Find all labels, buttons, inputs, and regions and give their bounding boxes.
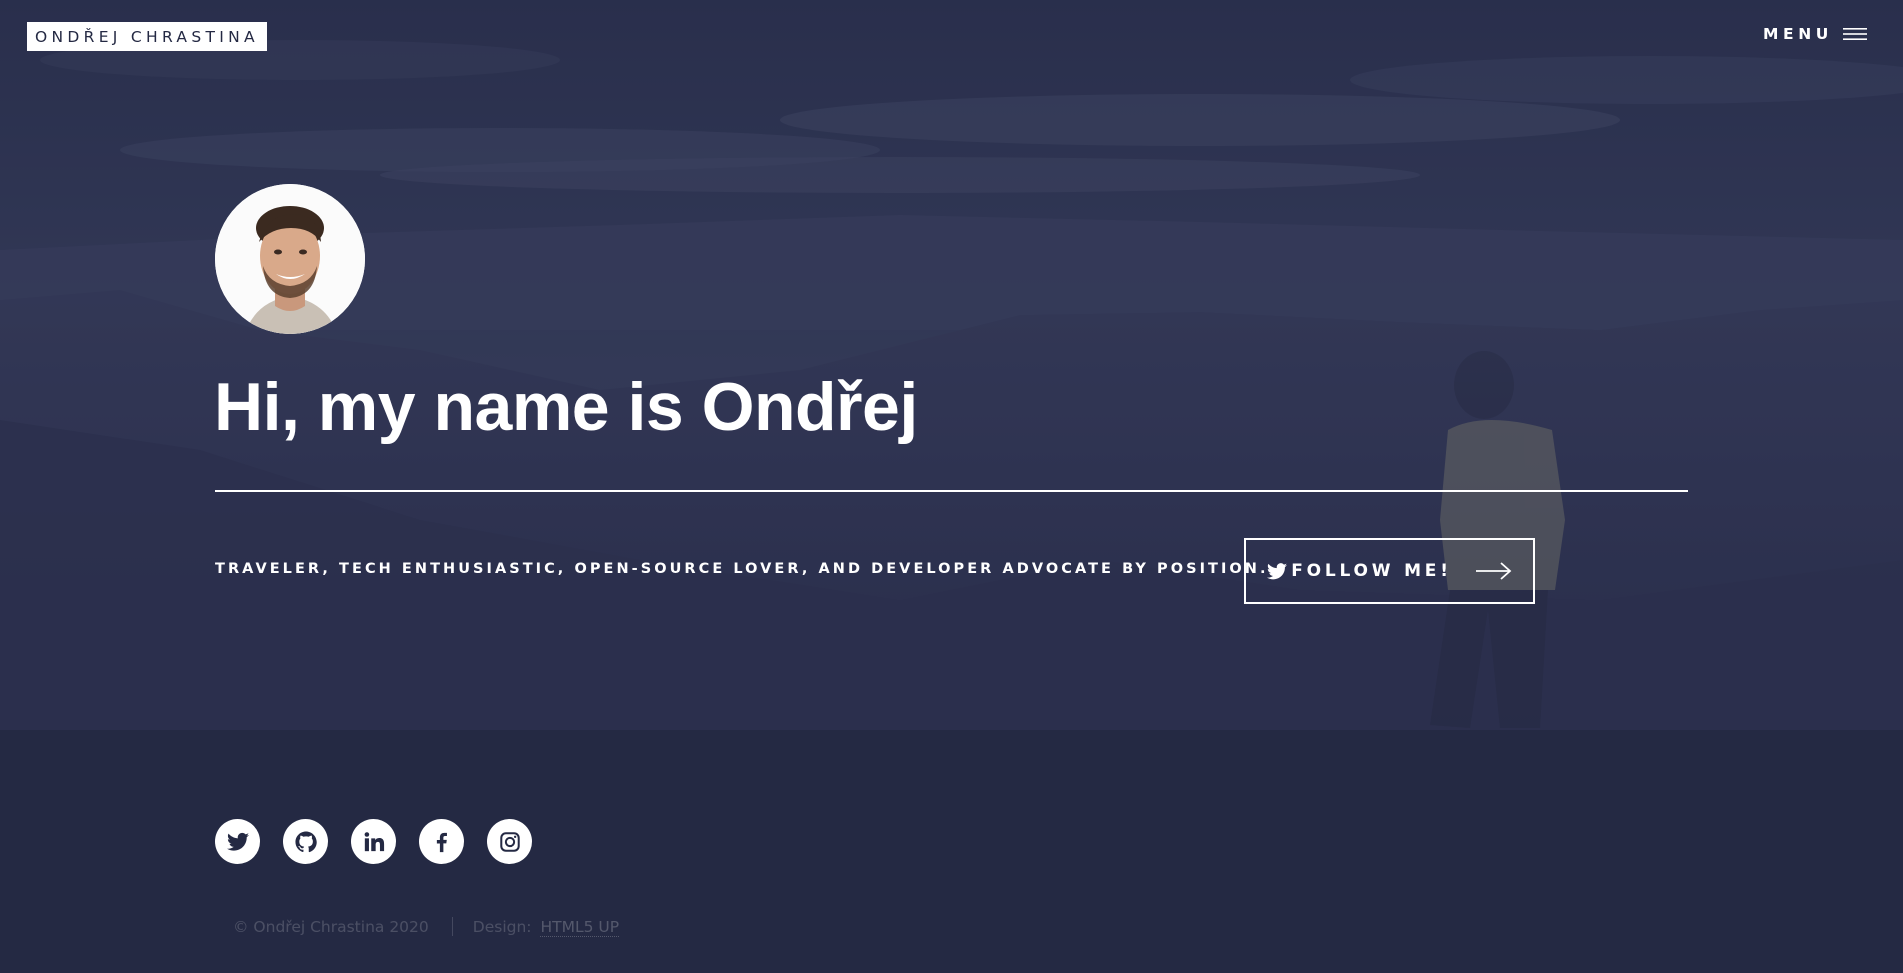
copyright-bar: © Ondřej Chrastina 2020 Design: HTML5 UP <box>233 917 620 937</box>
follow-me-button[interactable]: FOLLOW ME! <box>1244 538 1535 604</box>
site-logo[interactable]: ONDŘEJ CHRASTINA <box>27 22 267 51</box>
design-credit: Design: HTML5 UP <box>472 917 620 937</box>
hamburger-icon <box>1843 28 1867 40</box>
hero-title: Hi, my name is Ondřej <box>214 369 918 445</box>
social-link-linkedin[interactable] <box>351 819 396 864</box>
social-links <box>215 819 532 864</box>
logo-text: ONDŘEJ CHRASTINA <box>35 27 259 46</box>
github-icon <box>294 830 317 852</box>
profile-avatar <box>215 184 365 334</box>
page: ONDŘEJ CHRASTINA MENU Hi, my name is Ond… <box>0 0 1903 973</box>
twitter-icon <box>1267 562 1288 579</box>
linkedin-icon <box>364 831 384 851</box>
facebook-icon <box>436 832 447 852</box>
social-link-instagram[interactable] <box>487 819 532 864</box>
menu-label: MENU <box>1763 25 1833 43</box>
instagram-icon <box>499 831 520 852</box>
design-credit-link[interactable]: HTML5 UP <box>540 917 620 937</box>
follow-me-label: FOLLOW ME! <box>1291 561 1452 581</box>
menu-button[interactable]: MENU <box>1763 25 1867 43</box>
copyright-text: © Ondřej Chrastina 2020 <box>233 917 429 936</box>
copyright-separator <box>451 917 453 936</box>
social-link-facebook[interactable] <box>419 819 464 864</box>
hero-divider <box>215 490 1688 492</box>
hero-banner: ONDŘEJ CHRASTINA MENU Hi, my name is Ond… <box>0 0 1903 730</box>
profile-photo <box>215 184 365 334</box>
arrow-right-icon <box>1475 562 1512 580</box>
hero-tagline: TRAVELER, TECH ENTHUSIASTIC, OPEN-SOURCE… <box>215 561 1269 577</box>
footer: © Ondřej Chrastina 2020 Design: HTML5 UP <box>0 730 1903 973</box>
design-label: Design: <box>472 917 532 936</box>
twitter-icon <box>226 832 249 851</box>
social-link-github[interactable] <box>283 819 328 864</box>
social-link-twitter[interactable] <box>215 819 260 864</box>
